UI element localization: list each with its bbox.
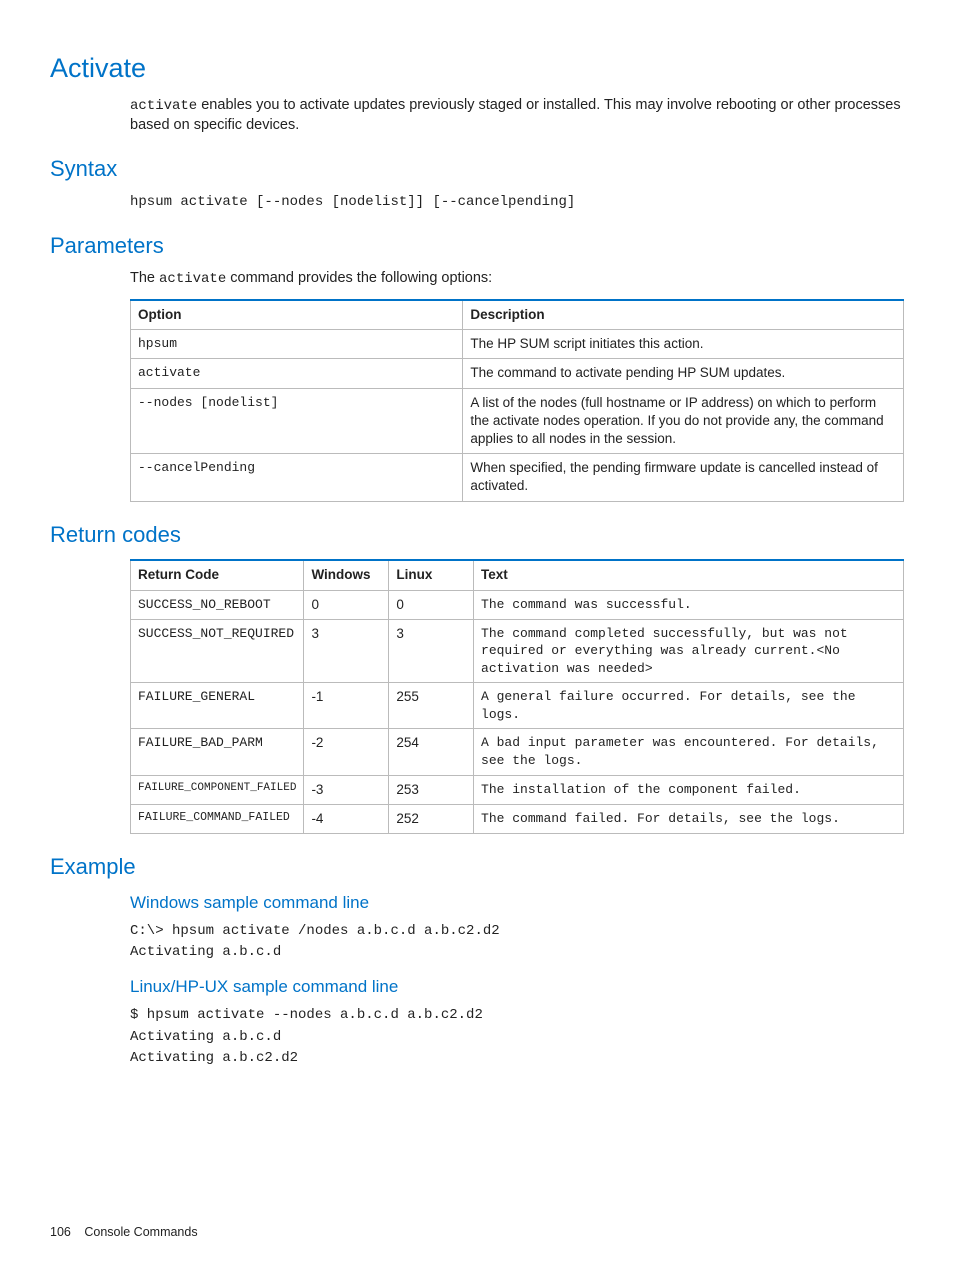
rc-text: The command was successful. (474, 590, 904, 619)
params-intro-code: activate (159, 271, 226, 287)
example-win-heading: Windows sample command line (130, 892, 904, 915)
intro-code: activate (130, 98, 197, 114)
rc-text: A bad input parameter was encountered. F… (474, 729, 904, 775)
params-intro-post: command provides the following options: (226, 270, 492, 286)
param-option: --nodes [nodelist] (131, 388, 463, 454)
page-title: Activate (50, 50, 904, 86)
rc-text: The command failed. For details, see the… (474, 804, 904, 833)
example-heading: Example (50, 852, 904, 882)
rc-code: FAILURE_COMMAND_FAILED (131, 804, 304, 833)
table-row: hpsum The HP SUM script initiates this a… (131, 330, 904, 359)
rc-code: FAILURE_BAD_PARM (131, 729, 304, 775)
param-desc: When specified, the pending firmware upd… (463, 454, 904, 501)
rc-win: 0 (304, 590, 389, 619)
table-row: activate The command to activate pending… (131, 359, 904, 388)
rc-win: -4 (304, 804, 389, 833)
params-intro-pre: The (130, 270, 159, 286)
rc-code: SUCCESS_NOT_REQUIRED (131, 619, 304, 683)
params-header-option: Option (131, 300, 463, 330)
rc-lin: 252 (389, 804, 474, 833)
param-desc: The command to activate pending HP SUM u… (463, 359, 904, 388)
intro-paragraph: activate enables you to activate updates… (130, 96, 904, 135)
param-option: --cancelPending (131, 454, 463, 501)
table-row: SUCCESS_NOT_REQUIRED 3 3 The command com… (131, 619, 904, 683)
rc-header-lin: Linux (389, 560, 474, 590)
table-row: --nodes [nodelist] A list of the nodes (… (131, 388, 904, 454)
rc-lin: 0 (389, 590, 474, 619)
intro-text: enables you to activate updates previous… (130, 97, 901, 133)
rc-lin: 254 (389, 729, 474, 775)
param-option: hpsum (131, 330, 463, 359)
rc-lin: 255 (389, 683, 474, 729)
rc-win: -2 (304, 729, 389, 775)
rc-win: 3 (304, 619, 389, 683)
parameters-heading: Parameters (50, 231, 904, 261)
parameters-table: Option Description hpsum The HP SUM scri… (130, 299, 904, 502)
returncodes-heading: Return codes (50, 520, 904, 550)
rc-code: FAILURE_GENERAL (131, 683, 304, 729)
params-header-desc: Description (463, 300, 904, 330)
param-desc: The HP SUM script initiates this action. (463, 330, 904, 359)
rc-header-code: Return Code (131, 560, 304, 590)
param-desc: A list of the nodes (full hostname or IP… (463, 388, 904, 454)
rc-text: A general failure occurred. For details,… (474, 683, 904, 729)
example-lin-heading: Linux/HP-UX sample command line (130, 976, 904, 999)
syntax-code: hpsum activate [--nodes [nodelist]] [--c… (130, 192, 904, 214)
example-win-code: C:\> hpsum activate /nodes a.b.c.d a.b.c… (130, 921, 904, 964)
returncodes-table: Return Code Windows Linux Text SUCCESS_N… (130, 559, 904, 834)
rc-text: The installation of the component failed… (474, 775, 904, 804)
page-number: 106 (50, 1225, 71, 1239)
table-row: FAILURE_COMPONENT_FAILED -3 253 The inst… (131, 775, 904, 804)
table-row: SUCCESS_NO_REBOOT 0 0 The command was su… (131, 590, 904, 619)
rc-win: -3 (304, 775, 389, 804)
rc-code: FAILURE_COMPONENT_FAILED (131, 775, 304, 804)
example-lin-code: $ hpsum activate --nodes a.b.c.d a.b.c2.… (130, 1005, 904, 1070)
rc-header-text: Text (474, 560, 904, 590)
table-row: FAILURE_COMMAND_FAILED -4 252 The comman… (131, 804, 904, 833)
table-row: FAILURE_BAD_PARM -2 254 A bad input para… (131, 729, 904, 775)
rc-lin: 3 (389, 619, 474, 683)
rc-lin: 253 (389, 775, 474, 804)
page-footer: 106 Console Commands (50, 1224, 198, 1241)
parameters-intro: The activate command provides the follow… (130, 269, 904, 289)
param-option: activate (131, 359, 463, 388)
rc-win: -1 (304, 683, 389, 729)
table-row: FAILURE_GENERAL -1 255 A general failure… (131, 683, 904, 729)
syntax-heading: Syntax (50, 154, 904, 184)
footer-section: Console Commands (84, 1225, 197, 1239)
table-row: --cancelPending When specified, the pend… (131, 454, 904, 501)
rc-code: SUCCESS_NO_REBOOT (131, 590, 304, 619)
rc-header-win: Windows (304, 560, 389, 590)
rc-text: The command completed successfully, but … (474, 619, 904, 683)
